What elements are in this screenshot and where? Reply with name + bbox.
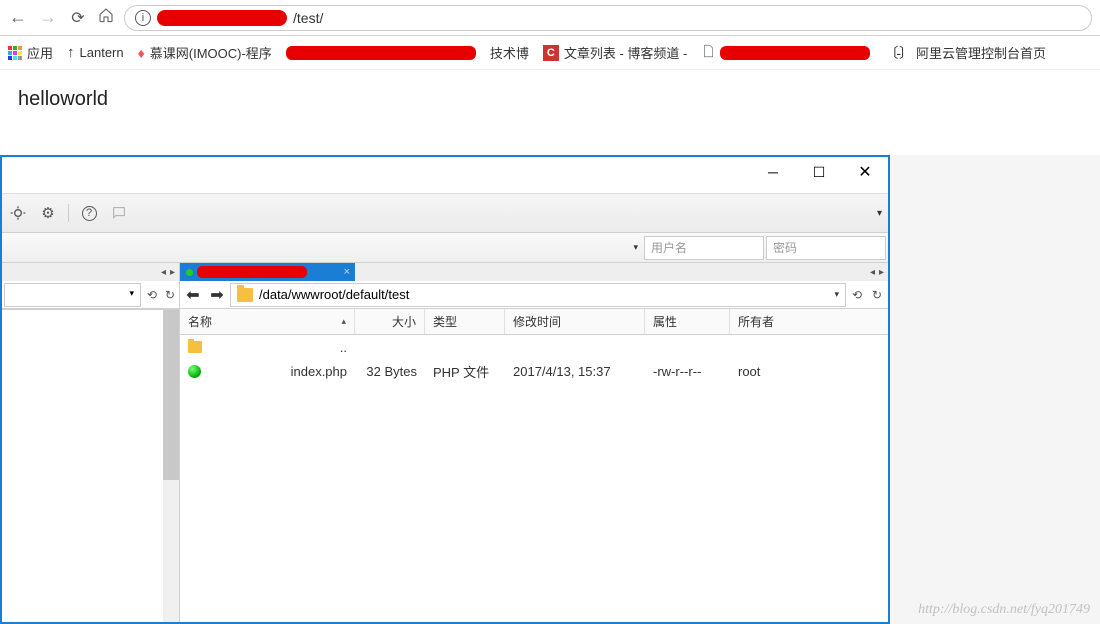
bookmark-lantern[interactable]: ↑ Lantern: [67, 44, 124, 61]
page-body: helloworld: [0, 70, 1100, 155]
local-sync-button[interactable]: ⟲: [143, 286, 161, 304]
file-name: index.php: [291, 364, 347, 379]
bookmark-aliyun[interactable]: 〔-〕 阿里云管理控制台首页: [884, 43, 1046, 63]
redacted-bookmark-2: [720, 46, 870, 60]
col-type[interactable]: 类型: [425, 309, 505, 334]
bookmark-imooc[interactable]: ♦ 慕课网(IMOOC)-程序: [138, 43, 272, 62]
file-attrs: -rw-r--r--: [653, 364, 701, 379]
apps-icon: [8, 46, 22, 60]
window-titlebar[interactable]: ─ ☐ ✕: [2, 157, 888, 193]
csdn-icon: C: [543, 45, 559, 61]
settings-icon[interactable]: ⚙: [38, 203, 58, 223]
local-refresh-button[interactable]: ↻: [161, 286, 179, 304]
remote-path-input[interactable]: /data/wwwroot/default/test ▾: [230, 283, 846, 307]
remote-path-text: /data/wwwroot/default/test: [259, 287, 409, 302]
local-file-list[interactable]: [2, 309, 179, 622]
forward-button[interactable]: →: [38, 7, 58, 28]
local-path-row: ▾ ⟲ ↻: [2, 281, 179, 309]
toolbar-icon-1[interactable]: [8, 203, 28, 223]
redacted-host-tab: [197, 266, 307, 278]
col-attrs[interactable]: 属性: [645, 309, 730, 334]
back-button[interactable]: ←: [8, 7, 28, 28]
file-list-header: 名称▴ 大小 类型 修改时间 属性 所有者: [180, 309, 888, 335]
remote-pane: × ◂ ▸ ⬅ ➡ /data/wwwroot/default/test ▾ ⟲…: [180, 263, 888, 622]
doc-icon: [701, 44, 715, 61]
path-back-button[interactable]: ⬅: [182, 284, 204, 306]
apps-label: 应用: [27, 43, 53, 62]
maximize-button[interactable]: ☐: [796, 157, 842, 187]
remote-tab-strip: × ◂ ▸: [180, 263, 888, 281]
col-size[interactable]: 大小: [355, 309, 425, 334]
minimize-button[interactable]: ─: [750, 157, 796, 187]
remote-file-list[interactable]: .. index.php 32 Bytes PHP 文件 2017/4/13, …: [180, 335, 888, 622]
host-dropdown-arrow[interactable]: ▾: [633, 242, 638, 253]
redacted-bookmark: [286, 46, 476, 60]
tab-nav-right[interactable]: ▸: [170, 267, 175, 278]
table-row[interactable]: index.php 32 Bytes PHP 文件 2017/4/13, 15:…: [180, 359, 888, 383]
bookmark-redacted[interactable]: [701, 44, 870, 61]
bookmark-tech-suffix: 技术博: [490, 43, 529, 62]
close-button[interactable]: ✕: [842, 157, 888, 187]
watermark: http://blog.csdn.net/fyq201749: [918, 602, 1090, 618]
col-owner[interactable]: 所有者: [730, 309, 888, 334]
url-path: /test/: [293, 10, 323, 26]
connection-status-icon: [186, 269, 193, 276]
chat-icon[interactable]: [109, 203, 129, 223]
tab-nav-left[interactable]: ◂: [161, 267, 166, 278]
tab-nav-left[interactable]: ◂: [870, 267, 875, 278]
file-size: 32 Bytes: [366, 364, 417, 379]
site-info-icon[interactable]: i: [135, 10, 151, 26]
address-bar[interactable]: i /test/: [124, 5, 1092, 31]
tab-nav-right[interactable]: ▸: [879, 267, 884, 278]
local-tabs: ◂ ▸: [2, 263, 179, 281]
home-button[interactable]: [98, 7, 114, 28]
ftp-client-window: ─ ☐ ✕ ⚙ ? ▾ ▾ 用户名 密码 ◂ ▸ ▾ ⟲: [0, 155, 890, 624]
folder-icon: [237, 288, 253, 302]
username-field[interactable]: 用户名: [644, 236, 764, 260]
file-modified: 2017/4/13, 15:37: [513, 364, 611, 379]
browser-navigation-bar: ← → ⟳ i /test/: [0, 0, 1100, 36]
redacted-host: [157, 10, 287, 26]
password-field[interactable]: 密码: [766, 236, 886, 260]
local-path-input[interactable]: ▾: [4, 283, 141, 307]
help-icon[interactable]: ?: [79, 203, 99, 223]
aliyun-icon: 〔-〕: [884, 43, 911, 63]
tab-close-icon[interactable]: ×: [344, 266, 350, 278]
remote-sync-button[interactable]: ⟲: [848, 286, 866, 304]
apps-shortcut[interactable]: 应用: [8, 43, 53, 62]
flame-icon: ♦: [138, 45, 145, 61]
quickconnect-bar: ▾ 用户名 密码: [2, 233, 888, 263]
page-text: helloworld: [18, 88, 108, 110]
parent-dir-row[interactable]: ..: [180, 335, 888, 359]
lantern-icon: ↑: [67, 44, 75, 61]
bookmark-bar: 应用 ↑ Lantern ♦ 慕课网(IMOOC)-程序 技术博 C 文章列表 …: [0, 36, 1100, 70]
file-type: PHP 文件: [433, 362, 489, 381]
bookmark-csdn[interactable]: C 文章列表 - 博客频道 -: [543, 43, 688, 62]
path-forward-button[interactable]: ➡: [206, 284, 228, 306]
remote-path-row: ⬅ ➡ /data/wwwroot/default/test ▾ ⟲ ↻: [180, 281, 888, 309]
local-scrollbar[interactable]: [163, 310, 179, 622]
reload-button[interactable]: ⟳: [68, 8, 88, 28]
local-pane: ◂ ▸ ▾ ⟲ ↻: [2, 263, 180, 622]
toolbar-overflow[interactable]: ▾: [877, 208, 882, 219]
remote-connection-tab[interactable]: ×: [180, 263, 355, 281]
col-modified[interactable]: 修改时间: [505, 309, 645, 334]
php-file-icon: [188, 365, 201, 378]
remote-refresh-button[interactable]: ↻: [868, 286, 886, 304]
col-name[interactable]: 名称▴: [180, 309, 355, 334]
ftp-toolbar: ⚙ ? ▾: [2, 193, 888, 233]
folder-up-icon: [188, 341, 202, 353]
file-owner: root: [738, 364, 760, 379]
